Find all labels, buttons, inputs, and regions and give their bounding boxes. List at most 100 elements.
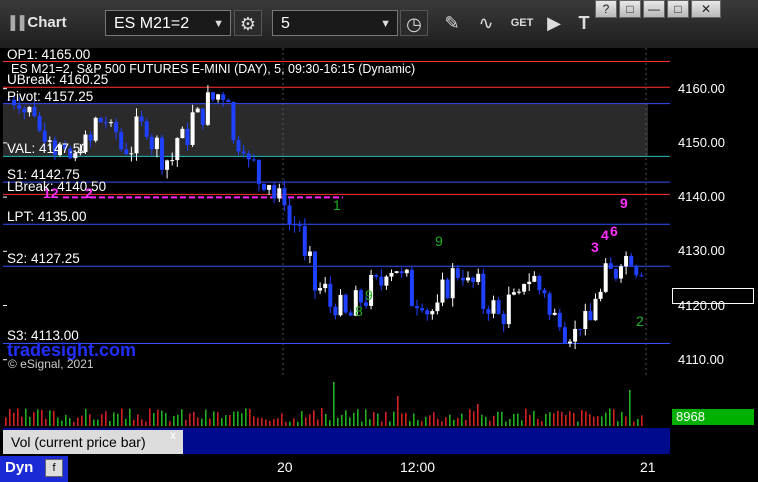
volume-bar [9,408,11,426]
volume-bar [617,421,619,426]
volume-bar [481,414,483,426]
level-label: LPT: 4135.00 [7,209,87,225]
volume-bar [341,414,343,426]
dynamic-mode-label[interactable]: Dyn [5,459,33,476]
count-marker: 9 [365,287,373,303]
volume-bar [97,419,99,426]
candle-body [267,185,272,190]
chevron-down-icon[interactable]: ▼ [213,11,224,37]
candle-body [389,272,394,277]
volume-bar [373,411,375,426]
volume-bar [577,421,579,426]
volume-bar [269,420,271,426]
volume-bar [357,409,359,426]
volume-bar [465,419,467,426]
volume-bar [189,413,191,426]
candle-body [568,341,572,344]
volume-bar [237,411,239,426]
maximize-button[interactable]: □ [667,0,689,18]
symbol-combo[interactable]: ES M21=2 ▼ [105,10,231,36]
volume-bar [197,417,199,426]
candle-body [496,300,501,314]
candle-body [552,312,557,315]
volume-bar [637,418,639,426]
candle-body [241,151,246,154]
level-label: VAL: 4147.50 [7,141,88,157]
price-tick: 4110.00 [678,351,725,367]
volume-bar [297,421,299,426]
level-label: Pivot: 4157.25 [7,88,94,104]
grip-icon[interactable]: ▐▐ [6,15,24,30]
candle-body [557,312,562,328]
volume-bar [249,409,251,426]
time-axis[interactable]: 20 12:00 21 [0,456,758,482]
candle-body [282,188,287,206]
volume-bar [261,417,263,426]
volume-bar [329,420,331,426]
candle-body [129,153,134,155]
count-marker: 3 [591,239,599,255]
volume-bar [461,413,463,426]
candle-body [93,117,98,141]
count-marker: 6 [610,223,618,239]
volume-bar [561,411,563,426]
level-label: LBreak: 4140.50 [7,179,107,195]
volume-bar [361,421,363,426]
play-icon[interactable]: ▶ [540,10,568,36]
volume-bar [601,416,603,426]
volume-bar [89,414,91,426]
candle-body [134,116,139,154]
time-tick: 12:00 [400,459,436,475]
chevron-down-icon[interactable]: ▼ [380,11,391,37]
candle-body [160,137,164,170]
candle-body [608,263,613,270]
volume-bar [49,410,51,426]
candle-body [532,275,537,282]
candle-body [256,159,261,184]
restore-button[interactable]: □ [619,0,641,18]
volume-bar [141,419,143,426]
template-icon[interactable]: T [570,10,598,36]
volume-bar [417,420,419,426]
interval-combo[interactable]: 5 ▼ [272,10,398,36]
volume-bar [625,416,627,426]
candle-body [302,226,307,256]
formula-icon[interactable]: f [45,459,63,477]
candle-body [180,128,185,139]
volume-bar [321,408,323,426]
candle-body [619,266,623,279]
minimize-button[interactable]: — [643,0,665,18]
candle-body [114,122,119,133]
candle-body [583,311,588,330]
volume-bar [241,413,243,426]
candle-body [170,160,175,162]
volume-bar [293,418,295,426]
candle-body [297,225,302,227]
study-icon[interactable]: ∿ [472,10,500,36]
volume-bar [61,420,63,426]
time-tick: 21 [640,459,656,475]
get-data-button[interactable]: GET [506,10,538,36]
candle-body [343,294,348,313]
count-marker: 2 [636,313,644,329]
volume-legend[interactable]: Vol (current price bar) [3,430,183,454]
volume-bar [41,409,43,426]
volume-bar [13,412,15,426]
price-chart[interactable]: 12 2 3 4 6 9 1 9 9 8 2 ES M21=2, S&P 500 FUTURES E… [3,47,670,376]
volume-bar [289,421,291,426]
close-icon[interactable]: x [170,428,176,442]
candle-body [277,188,282,199]
gear-icon[interactable]: ⚙ [234,10,262,36]
help-button[interactable]: ? [595,0,617,18]
volume-pane[interactable] [3,378,670,426]
pencil-icon[interactable]: ✎ [438,10,466,36]
volume-bar [309,414,311,426]
close-button[interactable]: ✕ [691,0,721,18]
clock-icon[interactable]: ◷ [400,10,428,36]
candle-body [527,281,532,284]
candle-body [634,265,639,276]
volume-bar [17,408,19,426]
candle-body [262,183,266,190]
candle-body [598,291,603,299]
price-axis[interactable]: 4160.00 4150.00 4140.00 4130.00 4120.00 4110.… [670,48,758,376]
